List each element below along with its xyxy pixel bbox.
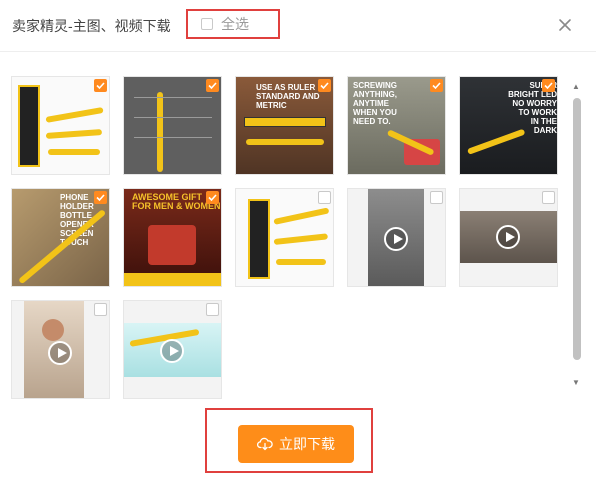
thumb-5-checkbox[interactable] <box>542 79 555 92</box>
product-box <box>248 199 270 279</box>
thumb-10-checkbox[interactable] <box>542 191 555 204</box>
select-all-checkbox[interactable] <box>201 18 213 30</box>
pen-graphic <box>276 259 326 265</box>
gift-graphic <box>148 225 196 265</box>
thumb-8-checkbox[interactable] <box>318 191 331 204</box>
thumb-1[interactable] <box>11 76 110 175</box>
spec-line <box>134 137 212 138</box>
dialog-title: 卖家精灵-主图、视频下载 <box>12 18 171 34</box>
scrollbar-thumb[interactable] <box>573 98 581 360</box>
thumb-12-checkbox[interactable] <box>206 303 219 316</box>
cloud-download-icon <box>257 437 273 451</box>
thumb-4-caption: SCREWING ANYTHING, ANYTIME WHEN YOU NEED… <box>353 81 397 126</box>
thumb-8[interactable] <box>235 188 334 287</box>
scroll-down-arrow-icon[interactable]: ▼ <box>572 378 580 387</box>
pen-graphic <box>48 149 100 155</box>
spec-line <box>134 117 212 118</box>
pen-graphic <box>157 92 163 172</box>
play-icon[interactable] <box>160 339 184 363</box>
thumb-3[interactable]: USE AS RULER STANDARD AND METRIC <box>235 76 334 175</box>
thumb-2-checkbox[interactable] <box>206 79 219 92</box>
play-icon[interactable] <box>48 341 72 365</box>
thumb-9[interactable] <box>347 188 446 287</box>
download-now-button[interactable]: 立即下载 <box>238 425 354 463</box>
dialog-footer: 立即下载 <box>0 395 596 489</box>
spec-line <box>134 97 212 98</box>
play-icon[interactable] <box>496 225 520 249</box>
thumb-11[interactable] <box>11 300 110 399</box>
pen-graphic <box>246 139 324 145</box>
ruler-graphic <box>244 117 326 127</box>
thumb-10[interactable] <box>459 188 558 287</box>
select-all-toggle[interactable]: 全选 <box>186 9 280 39</box>
thumb-11-checkbox[interactable] <box>94 303 107 316</box>
thumb-6-checkbox[interactable] <box>94 191 107 204</box>
thumb-4[interactable]: SCREWING ANYTHING, ANYTIME WHEN YOU NEED… <box>347 76 446 175</box>
play-icon[interactable] <box>384 227 408 251</box>
thumb-9-checkbox[interactable] <box>430 191 443 204</box>
thumb-5[interactable]: SUPER BRIGHT LED NO WORRY TO WORK IN THE… <box>459 76 558 175</box>
scroll-up-arrow-icon[interactable]: ▲ <box>572 82 580 91</box>
thumb-7[interactable]: AWESOME GIFT FOR MEN & WOMEN <box>123 188 222 287</box>
thumb-12[interactable] <box>123 300 222 399</box>
person-graphic <box>42 319 64 341</box>
thumb-6[interactable]: PHONE HOLDER BOTTLE OPENER SCREEN TOUCH <box>11 188 110 287</box>
thumb-4-checkbox[interactable] <box>430 79 443 92</box>
thumb-1-checkbox[interactable] <box>94 79 107 92</box>
thumb-7-checkbox[interactable] <box>206 191 219 204</box>
dialog-header: 卖家精灵-主图、视频下载 全选 <box>0 0 596 52</box>
select-all-label: 全选 <box>221 16 249 32</box>
thumb-2[interactable] <box>123 76 222 175</box>
download-now-label: 立即下载 <box>279 436 335 452</box>
product-box <box>18 85 40 167</box>
thumb-3-checkbox[interactable] <box>318 79 331 92</box>
feature-bar <box>124 273 221 286</box>
close-icon[interactable] <box>557 17 573 33</box>
